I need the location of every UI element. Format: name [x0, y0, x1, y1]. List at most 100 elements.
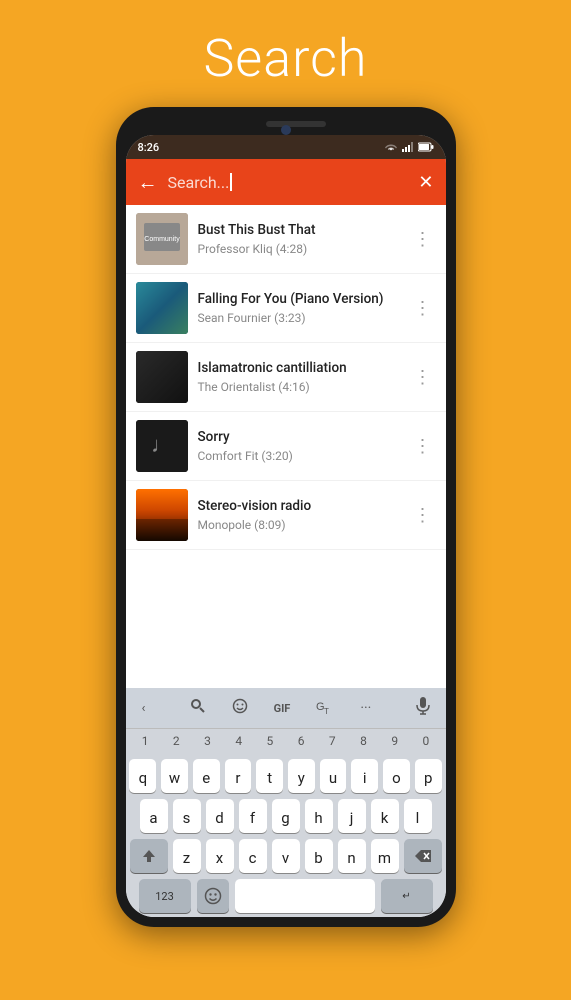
phone-screen: 8:26: [126, 135, 446, 917]
song-info: Falling For You (Piano Version) Sean Fou…: [198, 291, 400, 325]
key-w[interactable]: w: [161, 759, 188, 793]
key-n[interactable]: n: [338, 839, 366, 873]
key-h[interactable]: h: [305, 799, 333, 833]
song-title: Stereo-vision radio: [198, 498, 400, 516]
num-6: 6: [286, 731, 317, 751]
key-l[interactable]: l: [404, 799, 432, 833]
key-backspace[interactable]: [404, 839, 442, 873]
key-return[interactable]: ↵: [381, 879, 433, 913]
keyboard-row-2: a s d f g h j k l: [130, 799, 442, 833]
keyboard-translate-button[interactable]: G T: [310, 697, 340, 720]
key-space[interactable]: [235, 879, 375, 913]
keyboard-search-button[interactable]: [184, 695, 212, 721]
song-thumbnail: Community Service: [136, 213, 188, 265]
key-t[interactable]: t: [256, 759, 283, 793]
song-more-button[interactable]: ⋮: [410, 294, 436, 323]
song-meta: Comfort Fit (3:20): [198, 449, 400, 463]
key-y[interactable]: y: [288, 759, 315, 793]
status-icons: [384, 142, 434, 152]
keyboard-row-1: q w e r t y u i o p: [130, 759, 442, 793]
numbers-row: 1 2 3 4 5 6 7 8 9 0: [126, 729, 446, 753]
key-u[interactable]: u: [320, 759, 347, 793]
key-m[interactable]: m: [371, 839, 399, 873]
list-item[interactable]: Community Service Bust This Bust That Pr…: [126, 205, 446, 274]
key-shift[interactable]: [130, 839, 168, 873]
key-b[interactable]: b: [305, 839, 333, 873]
list-item[interactable]: Falling For You (Piano Version) Sean Fou…: [126, 274, 446, 343]
song-more-button[interactable]: ⋮: [410, 363, 436, 392]
keyboard-row-3: z x c v b n m: [130, 839, 442, 873]
list-item[interactable]: Stereo-vision radio Monopole (8:09) ⋮: [126, 481, 446, 550]
num-4: 4: [223, 731, 254, 751]
key-z[interactable]: z: [173, 839, 201, 873]
key-x[interactable]: x: [206, 839, 234, 873]
key-q[interactable]: q: [129, 759, 156, 793]
search-cursor: [230, 173, 232, 191]
keyboard-row-4: 123 ↵: [130, 879, 442, 913]
song-title: Bust This Bust That: [198, 222, 400, 240]
list-item[interactable]: ♬ Islamatronic cantilliation The Orienta…: [126, 343, 446, 412]
back-button[interactable]: ←: [138, 170, 158, 195]
key-k[interactable]: k: [371, 799, 399, 833]
search-input-container[interactable]: Search...: [168, 173, 409, 192]
song-thumbnail: ♩: [136, 420, 188, 472]
key-c[interactable]: c: [239, 839, 267, 873]
key-v[interactable]: v: [272, 839, 300, 873]
num-7: 7: [317, 731, 348, 751]
key-r[interactable]: r: [225, 759, 252, 793]
key-e[interactable]: e: [193, 759, 220, 793]
keyboard-tools: GIF G T ···: [184, 695, 378, 721]
key-j[interactable]: j: [338, 799, 366, 833]
search-bar[interactable]: ← Search... ✕: [126, 159, 446, 205]
num-8: 8: [348, 731, 379, 751]
song-info: Sorry Comfort Fit (3:20): [198, 429, 400, 463]
num-2: 2: [161, 731, 192, 751]
keyboard-back-button[interactable]: ‹: [136, 698, 152, 719]
song-info: Stereo-vision radio Monopole (8:09): [198, 498, 400, 532]
key-i[interactable]: i: [351, 759, 378, 793]
key-numbers-toggle[interactable]: 123: [139, 879, 191, 913]
song-more-button[interactable]: ⋮: [410, 225, 436, 254]
keyboard-emoji-button[interactable]: [226, 695, 254, 721]
song-thumbnail: ♬: [136, 351, 188, 403]
svg-text:Service: Service: [155, 237, 169, 242]
num-9: 9: [379, 731, 410, 751]
search-input[interactable]: Search...: [168, 173, 230, 192]
page-title: Search: [203, 28, 367, 89]
phone-frame: 8:26: [116, 107, 456, 927]
list-item[interactable]: ♩ Sorry Comfort Fit (3:20) ⋮: [126, 412, 446, 481]
song-list: Community Service Bust This Bust That Pr…: [126, 205, 446, 688]
song-meta: Monopole (8:09): [198, 518, 400, 532]
phone-camera: [281, 125, 291, 135]
battery-icon: [418, 142, 434, 152]
svg-text:Community: Community: [148, 229, 176, 235]
key-p[interactable]: p: [415, 759, 442, 793]
song-info: Bust This Bust That Professor Kliq (4:28…: [198, 222, 400, 256]
key-a[interactable]: a: [140, 799, 168, 833]
keyboard-more-button[interactable]: ···: [354, 697, 377, 719]
song-title: Falling For You (Piano Version): [198, 291, 400, 309]
key-emoji-toggle[interactable]: [197, 879, 229, 913]
status-time: 8:26: [138, 141, 160, 154]
keyboard-gif-button[interactable]: GIF: [268, 699, 297, 718]
song-meta: The Orientalist (4:16): [198, 380, 400, 394]
song-title: Sorry: [198, 429, 400, 447]
key-s[interactable]: s: [173, 799, 201, 833]
key-o[interactable]: o: [383, 759, 410, 793]
song-more-button[interactable]: ⋮: [410, 432, 436, 461]
keyboard-mic-button[interactable]: [410, 694, 436, 722]
clear-button[interactable]: ✕: [418, 172, 433, 193]
num-0: 0: [410, 731, 441, 751]
song-info: Islamatronic cantilliation The Orientali…: [198, 360, 400, 394]
keyboard-toolbar: ‹: [126, 688, 446, 729]
song-thumbnail: [136, 282, 188, 334]
song-thumbnail: [136, 489, 188, 541]
signal-icon: [402, 142, 414, 152]
keyboard-rows: q w e r t y u i o p a s d f g: [126, 753, 446, 917]
song-more-button[interactable]: ⋮: [410, 501, 436, 530]
svg-text:♬: ♬: [154, 368, 170, 385]
key-f[interactable]: f: [239, 799, 267, 833]
key-g[interactable]: g: [272, 799, 300, 833]
key-d[interactable]: d: [206, 799, 234, 833]
song-meta: Professor Kliq (4:28): [198, 242, 400, 256]
